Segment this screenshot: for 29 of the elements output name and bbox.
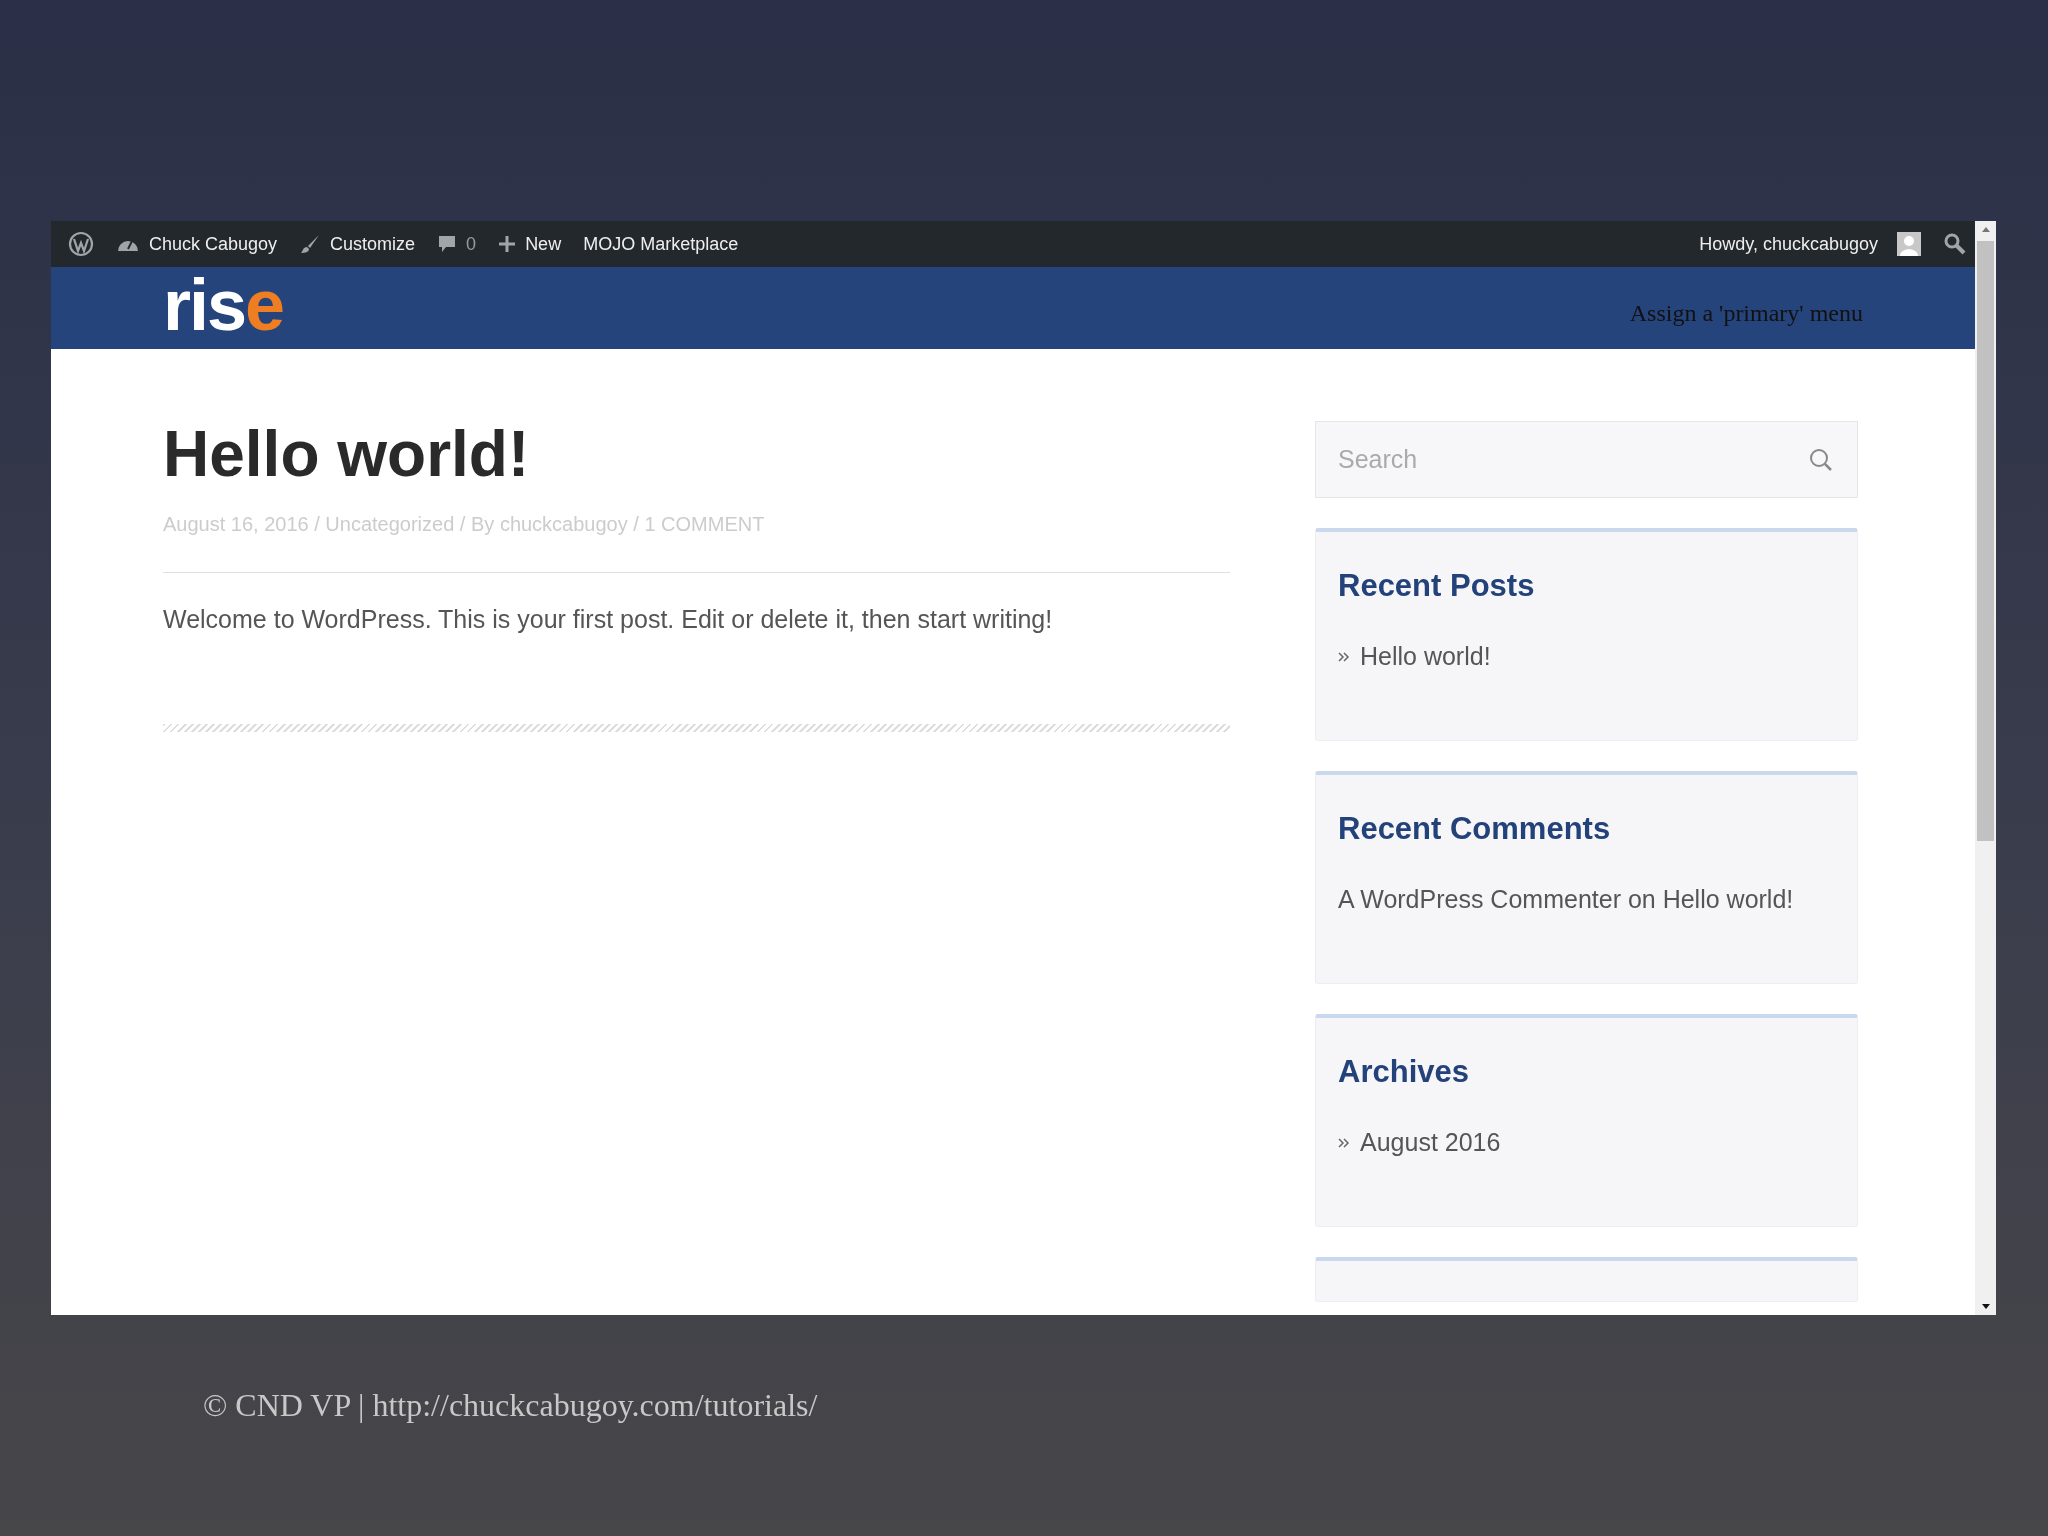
admin-bar-link[interactable]: New <box>487 221 573 267</box>
post-body: Welcome to WordPress. This is your first post. Edit or delete it, then start writing! <box>163 605 1054 635</box>
plus-icon <box>498 235 517 253</box>
post-title: Hello world! <box>163 419 531 490</box>
scroll-up-icon[interactable] <box>1980 225 1991 233</box>
comment-icon <box>437 234 458 254</box>
wordpress-icon <box>68 231 94 257</box>
admin-bar-link[interactable]: 0 <box>426 221 488 267</box>
avatar-icon <box>1897 232 1921 256</box>
chevron-icon <box>1338 650 1350 663</box>
scroll-down-icon[interactable] <box>1980 1303 1991 1311</box>
widget-link[interactable]: August 2016 <box>1360 1128 1501 1157</box>
widget-title: Recent Comments <box>1338 811 1612 847</box>
slide-footer: © CND VP | http://chuckcabugoy.com/tutorials/ <box>203 1387 2048 1424</box>
widget-link[interactable]: A WordPress Commenter on Hello world! <box>1338 885 1794 914</box>
scrollbar[interactable] <box>1975 221 1996 1315</box>
search-icon[interactable] <box>1808 447 1834 473</box>
search-field[interactable]: Search <box>1315 421 1858 498</box>
account-menu[interactable]: Howdy, chuckcabugoy <box>1688 221 1889 267</box>
admin-bar-link[interactable]: Chuck Cabugoy <box>105 221 289 267</box>
scroll-thumb[interactable] <box>1977 241 1994 841</box>
widget-link[interactable]: Hello world! <box>1360 642 1491 671</box>
search-icon[interactable] <box>1943 232 1967 256</box>
widget-title: Recent Posts <box>1338 568 1536 604</box>
admin-bar-link[interactable]: Customize <box>288 221 427 267</box>
site-logo[interactable]: rise <box>163 269 284 341</box>
chevron-icon <box>1338 1136 1350 1149</box>
admin-bar-link[interactable]: MOJO Marketplace <box>572 221 750 267</box>
widget-title: Archives <box>1338 1054 1470 1090</box>
